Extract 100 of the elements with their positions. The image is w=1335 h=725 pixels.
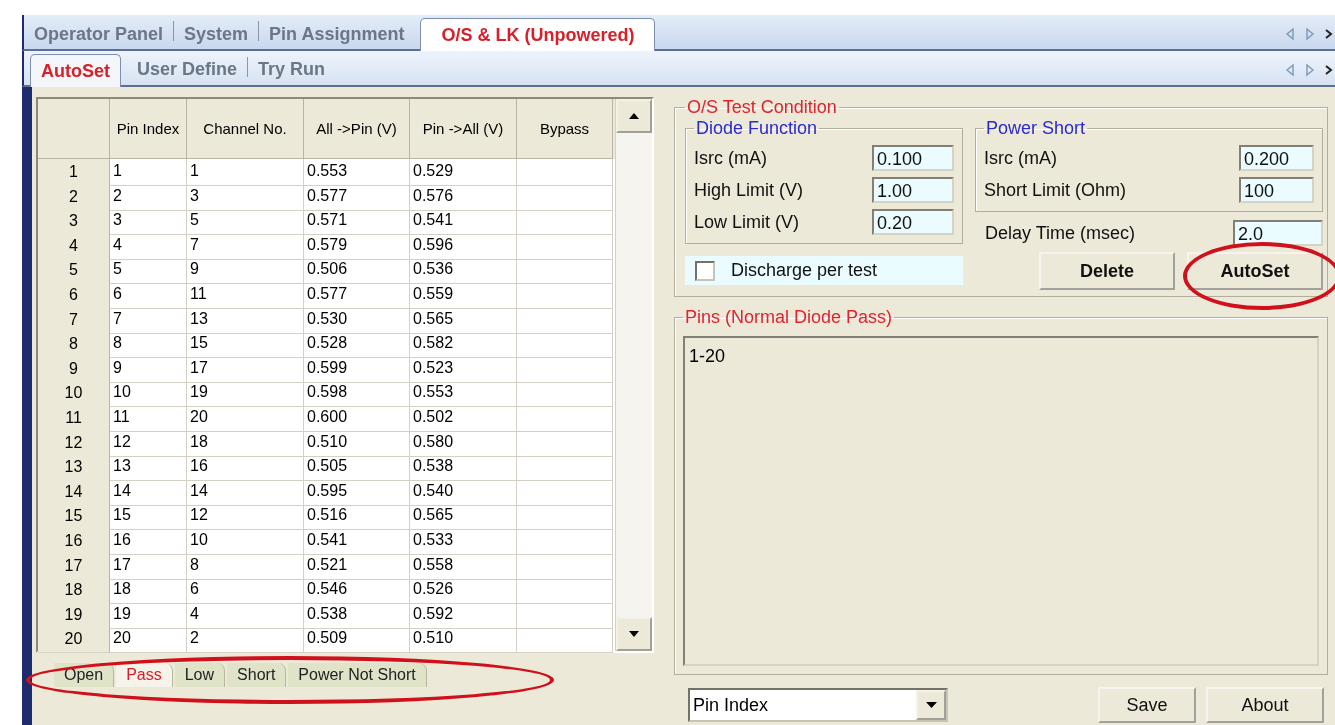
table-cell: 11	[187, 281, 304, 309]
table-cell: 0.538	[304, 601, 410, 629]
text-area[interactable]: 1-20	[683, 336, 1319, 666]
field-label: Delay Time (msec)	[985, 222, 1136, 244]
table-cell: 0.523	[410, 355, 517, 383]
table-cell: 14	[110, 478, 187, 506]
table-cell: 0.538	[410, 454, 517, 482]
table-cell: 6	[187, 577, 304, 605]
table-cell: 20	[110, 626, 187, 654]
table-cell: 12	[110, 429, 187, 457]
table-cell: 0.546	[304, 577, 410, 605]
column-header: All ->Pin (V)	[304, 99, 410, 159]
tab[interactable]: Open	[54, 662, 115, 687]
checkbox-label: Discharge per test	[731, 260, 878, 281]
table-cell: 0.598	[304, 380, 410, 408]
scroll-left-icon[interactable]	[1285, 63, 1295, 77]
tab[interactable]: User Define	[127, 57, 248, 85]
table-cell: 0.553	[304, 159, 410, 186]
table-cell: 1	[187, 159, 304, 186]
table-cell: 10	[187, 527, 304, 555]
table-cell: 19	[187, 380, 304, 408]
table-cell: 5	[110, 257, 187, 285]
table-cell: 0.533	[410, 527, 517, 555]
tab[interactable]: Low	[174, 662, 226, 687]
chevron-icon[interactable]	[1325, 27, 1333, 41]
table-cell: 0.540	[410, 478, 517, 506]
table-cell: 8	[110, 331, 187, 359]
table-cell: 0.528	[304, 331, 410, 359]
input-field[interactable]: 100	[1239, 177, 1314, 203]
table-cell: 0.529	[410, 159, 517, 186]
field-label: Isrc (mA)	[984, 147, 1057, 169]
chevron-icon[interactable]	[1325, 63, 1333, 77]
action-button[interactable]: About	[1206, 687, 1324, 723]
table-cell: 0.576	[410, 183, 517, 211]
table-cell: 0.502	[410, 404, 517, 432]
table-cell: 0.579	[304, 232, 410, 260]
input-field[interactable]: 1.00	[872, 177, 954, 203]
table-cell: 0.565	[410, 503, 517, 531]
field-label: Low Limit (V)	[694, 211, 800, 233]
table-cell: 8	[187, 552, 304, 580]
input-field[interactable]: 0.100	[872, 145, 954, 171]
action-button[interactable]: Save	[1098, 687, 1196, 723]
table-cell: 7	[187, 232, 304, 260]
scroll-right-icon[interactable]	[1305, 63, 1315, 77]
table-cell: 0.505	[304, 454, 410, 482]
scrollbar[interactable]	[615, 99, 652, 651]
table-cell: 0.516	[304, 503, 410, 531]
table-cell: 0.599	[304, 355, 410, 383]
table-cell: 13	[110, 454, 187, 482]
table-cell: 16	[187, 454, 304, 482]
table-cell: 11	[110, 404, 187, 432]
down-arrow-icon	[629, 630, 639, 637]
table-cell: 0.558	[410, 552, 517, 580]
tab[interactable]: Try Run	[248, 57, 336, 85]
input-field[interactable]: 2.0	[1233, 220, 1323, 246]
tab[interactable]: Short	[227, 662, 287, 687]
table-cell: 0.577	[304, 281, 410, 309]
row-number: 8	[38, 331, 110, 359]
scroll-down-button[interactable]	[616, 616, 652, 651]
table-cell: 17	[187, 355, 304, 383]
table-cell: 0.580	[410, 429, 517, 457]
table-cell: 18	[187, 429, 304, 457]
input-field[interactable]: 0.200	[1239, 145, 1314, 171]
dropdown-arrow-icon	[925, 702, 937, 708]
table-cell: 0.526	[410, 577, 517, 605]
table-cell: 16	[110, 527, 187, 555]
table-cell: 0.541	[304, 527, 410, 555]
checkbox[interactable]	[695, 260, 715, 281]
row-number: 10	[38, 380, 110, 408]
row-number: 1	[38, 159, 110, 186]
table-cell: 18	[110, 577, 187, 605]
table-cell: 10	[110, 380, 187, 408]
discharge-checkbox[interactable]: Discharge per test	[685, 256, 963, 285]
field-label: Isrc (mA)	[694, 147, 767, 169]
table-cell: 0.506	[304, 257, 410, 285]
column-header: Pin Index	[110, 99, 187, 159]
table-cell: 0.510	[304, 429, 410, 457]
sort-dropdown[interactable]: Pin Index	[688, 688, 948, 722]
tab[interactable]: Power Not Short	[288, 662, 427, 687]
table-cell: 2	[187, 626, 304, 654]
table-cell: 0.553	[410, 380, 517, 408]
tab[interactable]: O/S & LK (Unpowered)	[420, 18, 656, 51]
input-field[interactable]: 0.20	[872, 209, 954, 235]
table-cell: 0.565	[410, 306, 517, 334]
table-cell: 0.571	[304, 208, 410, 236]
row-number: 5	[38, 257, 110, 285]
group-title: Power Short	[985, 118, 1087, 139]
group-title: O/S Test Condition	[686, 97, 838, 118]
table-cell: 4	[110, 232, 187, 260]
table-cell: 0.596	[410, 232, 517, 260]
action-button[interactable]: AutoSet	[1187, 252, 1323, 290]
scroll-up-button[interactable]	[616, 99, 652, 133]
action-button[interactable]: Delete	[1039, 252, 1175, 290]
row-number: 15	[38, 503, 110, 531]
table-cell: 1	[110, 159, 187, 186]
table-cell: 0.577	[304, 183, 410, 211]
tab[interactable]: Pass	[116, 662, 173, 687]
group-title: Pins (Normal Diode Pass)	[684, 307, 894, 328]
tab[interactable]: AutoSet	[30, 54, 121, 87]
table-cell: 3	[187, 183, 304, 211]
